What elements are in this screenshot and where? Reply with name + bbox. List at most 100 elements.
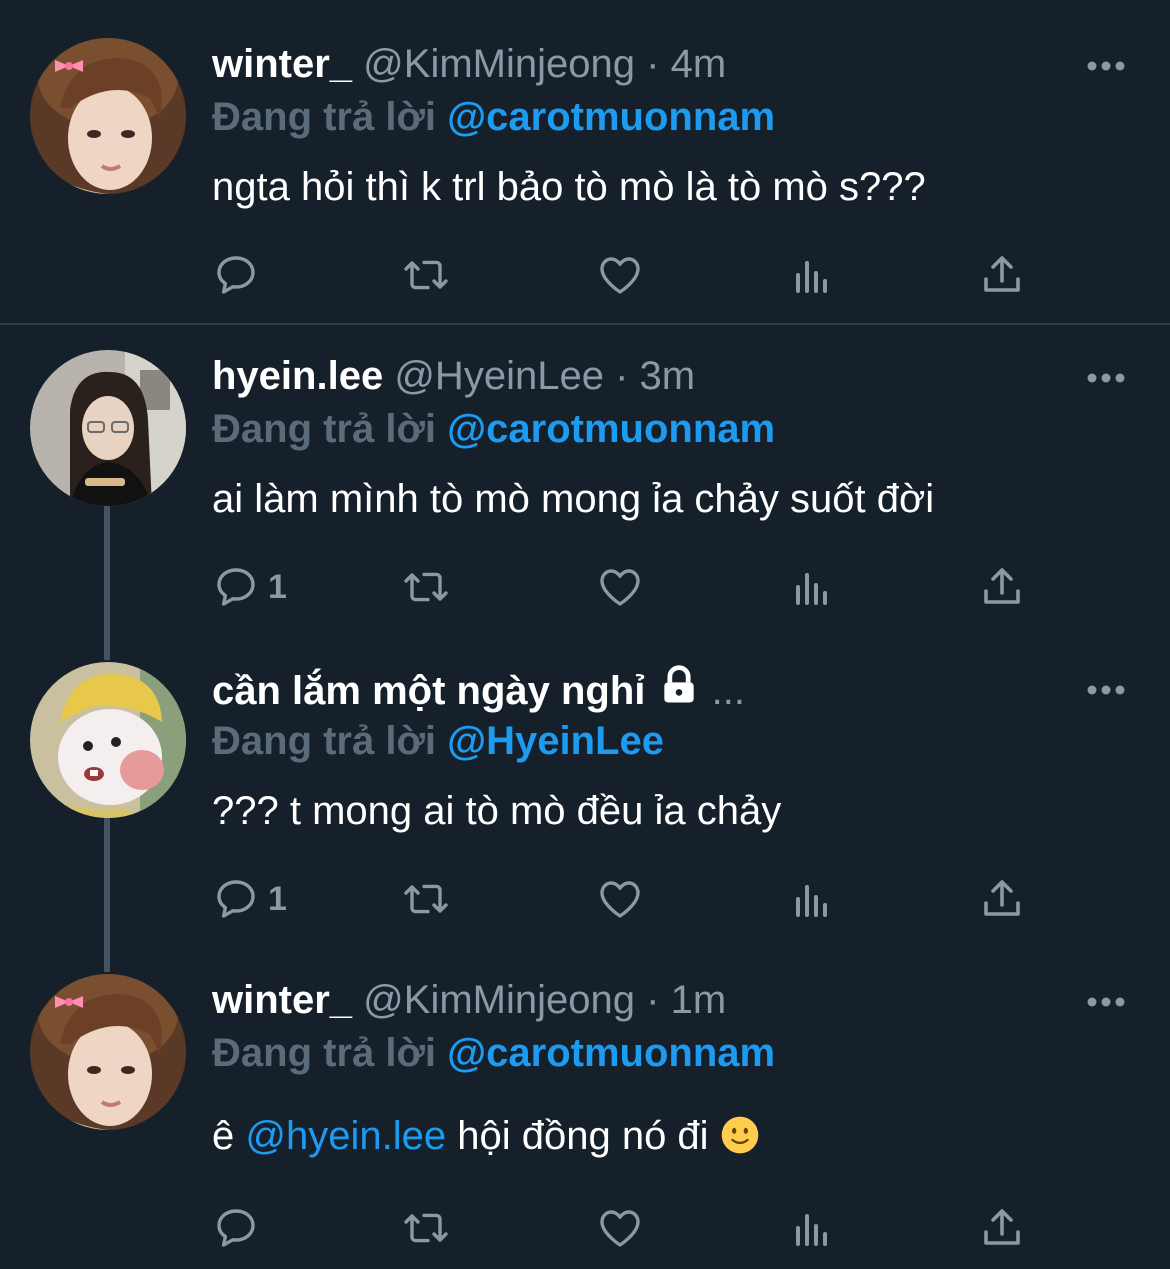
like-button[interactable] <box>596 562 644 612</box>
replying-to-label: Đang trả lời <box>212 407 437 451</box>
display-name[interactable]: cần lắm một ngày nghỉ <box>212 669 645 713</box>
replying-to: Đang trả lời @carotmuonnam <box>212 1029 775 1077</box>
replying-to-label: Đang trả lời <box>212 95 437 139</box>
display-name[interactable]: hyein.lee <box>212 354 383 398</box>
share-icon <box>984 880 1020 916</box>
tweet-4[interactable]: winter_ @KimMinjeong · 1m Đang trả lời @… <box>0 950 1170 1269</box>
heart-icon <box>600 1210 640 1247</box>
more-button[interactable] <box>1086 992 1126 1012</box>
reply-icon <box>217 256 255 294</box>
tweet-header: winter_ @KimMinjeong · 4m <box>212 40 726 88</box>
retweet-icon <box>404 1213 448 1243</box>
slightly-smiling-face-emoji <box>720 1115 760 1166</box>
share-button[interactable] <box>978 250 1026 300</box>
retweet-button[interactable] <box>402 250 450 300</box>
display-name[interactable]: winter_ <box>212 978 352 1022</box>
heart-icon <box>600 569 640 606</box>
share-icon <box>984 256 1020 292</box>
views-icon <box>796 573 827 605</box>
tweet-text: ai làm mình tò mò mong ỉa chảy suốt đời <box>212 477 935 521</box>
reply-button[interactable]: 1 <box>212 874 287 924</box>
retweet-button[interactable] <box>402 874 450 924</box>
inline-mention-link[interactable]: @hyein.lee <box>245 1114 446 1158</box>
views-icon <box>796 885 827 917</box>
views-button[interactable] <box>788 250 836 300</box>
tweet-text-after: hội đồng nó đi <box>457 1114 709 1158</box>
user-handle[interactable]: @KimMinjeong <box>363 42 635 86</box>
reply-count: 1 <box>268 567 287 606</box>
tweet-text: ??? t mong ai tò mò đều ỉa chảy <box>212 789 782 833</box>
user-handle[interactable]: ... <box>712 669 745 713</box>
replying-to-label: Đang trả lời <box>212 719 437 763</box>
tweet-text: ngta hỏi thì k trl bảo tò mò là tò mò s?… <box>212 165 926 209</box>
tweet-text: ê @hyein.lee hội đồng nó đi <box>212 1112 760 1166</box>
reply-count: 1 <box>268 879 287 918</box>
more-button[interactable] <box>1086 680 1126 700</box>
tweet-3[interactable]: cần lắm một ngày nghỉ ... Đang trả lời @… <box>0 638 1170 948</box>
tweet-header: cần lắm một ngày nghỉ ... <box>212 664 745 719</box>
meta-separator: · <box>615 354 629 398</box>
tweet-text-before: ê <box>212 1114 235 1158</box>
like-button[interactable] <box>596 1203 644 1253</box>
heart-icon <box>600 257 640 294</box>
retweet-button[interactable] <box>402 1203 450 1253</box>
retweet-icon <box>404 260 448 290</box>
heart-icon <box>600 881 640 918</box>
reply-button[interactable] <box>212 250 268 300</box>
more-icon <box>1087 373 1125 383</box>
action-bar: 1 <box>212 874 1042 924</box>
share-button[interactable] <box>978 874 1026 924</box>
reply-button[interactable] <box>212 1203 268 1253</box>
meta-separator: · <box>646 978 660 1022</box>
more-icon <box>1087 997 1125 1007</box>
user-handle[interactable]: @KimMinjeong <box>363 978 635 1022</box>
replying-to-mention[interactable]: @HyeinLee <box>447 719 664 763</box>
replying-to-mention[interactable]: @carotmuonnam <box>447 407 775 451</box>
tweet-divider <box>0 323 1170 325</box>
reply-icon <box>217 1209 255 1247</box>
more-icon <box>1087 685 1125 695</box>
share-button[interactable] <box>978 562 1026 612</box>
more-button[interactable] <box>1086 368 1126 388</box>
avatar-hyein[interactable] <box>30 350 186 506</box>
reply-icon <box>217 568 255 606</box>
share-button[interactable] <box>978 1203 1026 1253</box>
more-button[interactable] <box>1086 56 1126 76</box>
views-button[interactable] <box>788 874 836 924</box>
retweet-button[interactable] <box>402 562 450 612</box>
share-icon <box>984 568 1020 604</box>
avatar-winter[interactable] <box>30 38 186 194</box>
lock-icon <box>657 664 701 719</box>
user-handle[interactable]: @HyeinLee <box>394 354 604 398</box>
views-button[interactable] <box>788 1203 836 1253</box>
avatar-can-lam-mot-ngay-nghi[interactable] <box>30 662 186 818</box>
replying-to: Đang trả lời @carotmuonnam <box>212 93 775 141</box>
retweet-icon <box>404 572 448 602</box>
reply-icon <box>217 880 255 918</box>
replying-to: Đang trả lời @carotmuonnam <box>212 405 775 453</box>
replying-to-label: Đang trả lời <box>212 1031 437 1075</box>
action-bar <box>212 1203 1042 1253</box>
more-icon <box>1087 61 1125 71</box>
tweet-1[interactable]: winter_ @KimMinjeong · 4m Đang trả lời @… <box>0 0 1170 324</box>
share-icon <box>984 1209 1020 1245</box>
retweet-icon <box>404 884 448 914</box>
meta-separator: · <box>646 42 660 86</box>
action-bar: 1 <box>212 562 1042 612</box>
timestamp[interactable]: 1m <box>671 978 727 1022</box>
display-name[interactable]: winter_ <box>212 42 352 86</box>
views-button[interactable] <box>788 562 836 612</box>
reply-button[interactable]: 1 <box>212 562 287 612</box>
action-bar <box>212 250 1042 300</box>
replying-to: Đang trả lời @HyeinLee <box>212 717 664 765</box>
tweet-2[interactable]: hyein.lee @HyeinLee · 3m Đang trả lời @c… <box>0 326 1170 636</box>
views-icon <box>796 1214 827 1246</box>
avatar-winter[interactable] <box>30 974 186 1130</box>
replying-to-mention[interactable]: @carotmuonnam <box>447 1031 775 1075</box>
like-button[interactable] <box>596 250 644 300</box>
timestamp[interactable]: 3m <box>640 354 696 398</box>
tweet-header: hyein.lee @HyeinLee · 3m <box>212 352 695 400</box>
like-button[interactable] <box>596 874 644 924</box>
timestamp[interactable]: 4m <box>671 42 727 86</box>
replying-to-mention[interactable]: @carotmuonnam <box>447 95 775 139</box>
